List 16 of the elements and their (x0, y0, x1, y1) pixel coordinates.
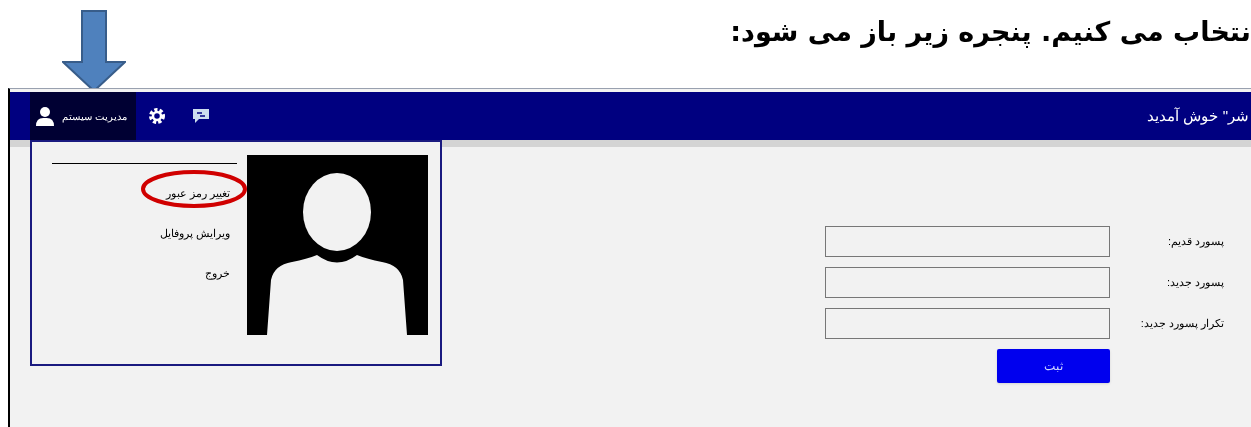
menu-item[interactable]: تغییر رمز عبور (165, 187, 230, 199)
settings-icon[interactable] (148, 107, 166, 125)
user-icon (36, 106, 54, 126)
input-field[interactable] (825, 226, 1110, 257)
submit-button[interactable]: ثبت (997, 349, 1110, 383)
field-label: پسورد جدید: (1165, 275, 1224, 291)
input-field[interactable] (825, 308, 1110, 339)
document-heading: نتخاب می کنیم. پنجره زیر باز می شود: (730, 15, 1251, 50)
menu-item[interactable]: خروج (205, 267, 230, 279)
chat-icon[interactable] (192, 108, 210, 124)
field-label: تکرار پسورد جدید: (1139, 316, 1224, 332)
field-label: پسورد قدیم: (1166, 234, 1224, 250)
welcome-text: شر" خوش آمدید (1147, 105, 1249, 127)
input-field[interactable] (825, 267, 1110, 298)
user-menu[interactable]: مدیریت سیستم (30, 92, 136, 140)
menu-item[interactable]: ویرایش پروفایل (159, 227, 230, 239)
